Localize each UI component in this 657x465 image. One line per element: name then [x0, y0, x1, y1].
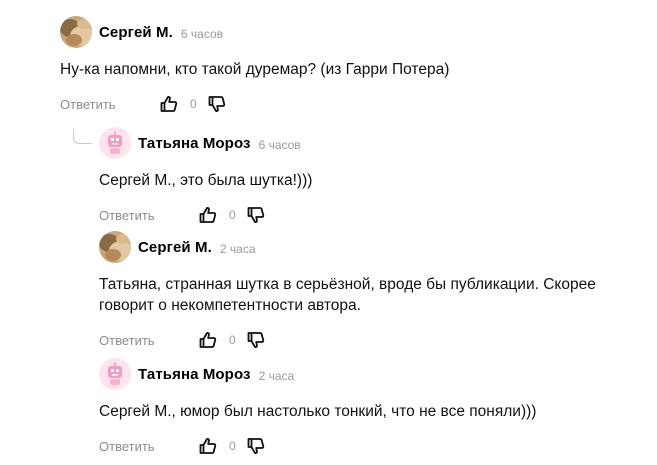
comment-header: Татьяна Мороз 2 часа — [99, 357, 619, 391]
comment-actions: Ответить 0 — [60, 94, 580, 114]
comment-author[interactable]: Татьяна Мороз — [138, 366, 251, 383]
thumbs-up-icon[interactable] — [199, 331, 217, 349]
like-count: 0 — [229, 333, 236, 347]
thread-connector — [73, 129, 92, 144]
comment-actions: Ответить 0 — [99, 205, 619, 225]
avatar[interactable] — [60, 16, 92, 48]
thumbs-up-icon[interactable] — [199, 437, 217, 455]
avatar[interactable] — [99, 231, 131, 263]
avatar[interactable] — [99, 127, 131, 159]
reply-button[interactable]: Ответить — [99, 208, 199, 223]
thumbs-down-icon[interactable] — [208, 95, 226, 113]
reply-button[interactable]: Ответить — [60, 97, 160, 112]
comment: Сергей М. 6 часов Ну-ка напомни, кто так… — [60, 15, 580, 114]
comment-text: Сергей М., юмор был настолько тонкий, чт… — [99, 403, 537, 420]
comment-author[interactable]: Сергей М. — [138, 239, 212, 256]
comment-time: 2 часа — [258, 369, 295, 383]
thumbs-down-icon[interactable] — [247, 437, 265, 455]
avatar[interactable] — [99, 358, 131, 390]
comment: Сергей М. 2 часа Татьяна, странная шутка… — [99, 230, 619, 350]
comment: Татьяна Мороз 6 часов Сергей М., это был… — [99, 126, 619, 225]
thumbs-down-icon[interactable] — [247, 206, 265, 224]
reply-button[interactable]: Ответить — [99, 333, 199, 348]
like-count: 0 — [190, 97, 197, 111]
comment-text: Ну-ка напомни, кто такой дуремар? (из Га… — [60, 61, 450, 78]
comment-text: Сергей М., это была шутка!))) — [99, 172, 313, 189]
thumbs-up-icon[interactable] — [199, 206, 217, 224]
thumbs-down-icon[interactable] — [247, 331, 265, 349]
comment-author[interactable]: Татьяна Мороз — [138, 135, 251, 152]
like-count: 0 — [229, 208, 236, 222]
thumbs-up-icon[interactable] — [160, 95, 178, 113]
comment-actions: Ответить 0 — [99, 436, 619, 456]
reply-button[interactable]: Ответить — [99, 439, 199, 454]
comment-author[interactable]: Сергей М. — [99, 24, 173, 41]
comment-header: Татьяна Мороз 6 часов — [99, 126, 619, 160]
comment-actions: Ответить 0 — [99, 330, 619, 350]
like-count: 0 — [229, 439, 236, 453]
comment-header: Сергей М. 2 часа — [99, 230, 619, 264]
comment-time: 2 часа — [219, 242, 256, 256]
comment-header: Сергей М. 6 часов — [60, 15, 580, 49]
comment-time: 6 часов — [258, 138, 301, 152]
comment: Татьяна Мороз 2 часа Сергей М., юмор был… — [99, 357, 619, 456]
comment-text: Татьяна, странная шутка в серьёзной, вро… — [99, 276, 596, 314]
comment-time: 6 часов — [180, 27, 224, 41]
